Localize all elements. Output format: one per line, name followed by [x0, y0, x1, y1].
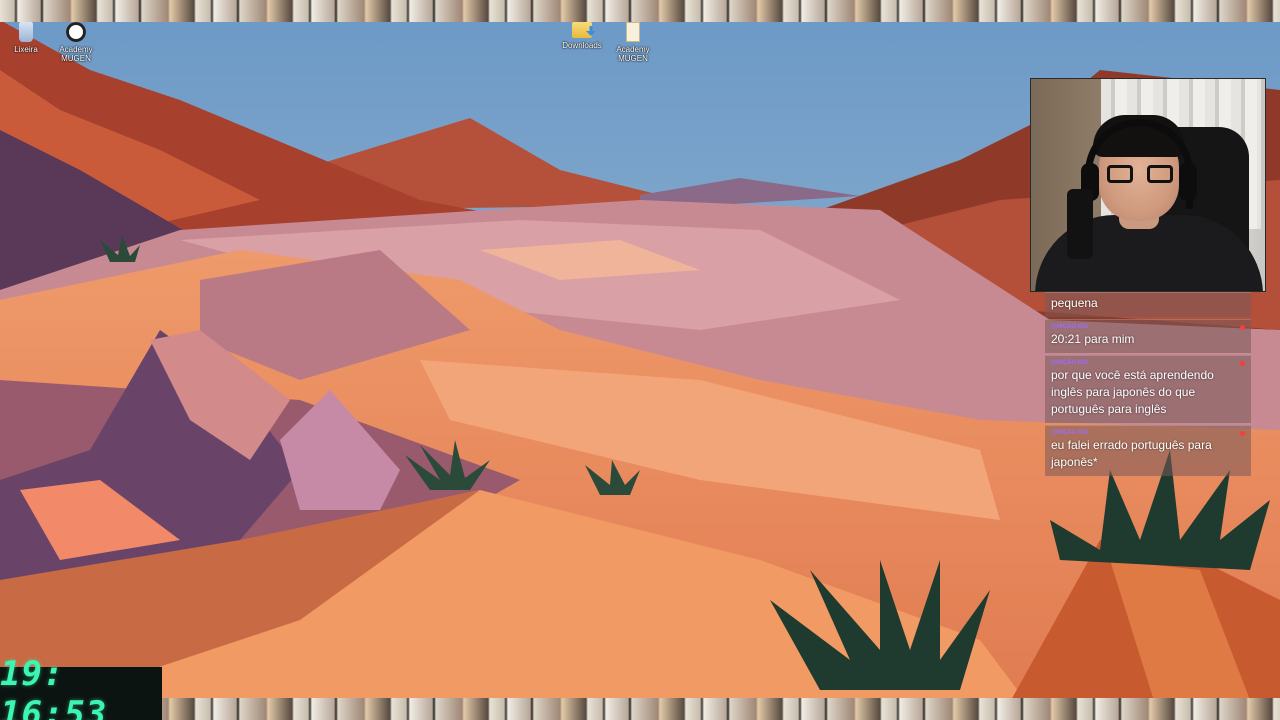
badge-dot-icon [1240, 431, 1245, 436]
desktop-icon-label: Lixeira [14, 45, 38, 54]
chat-message-user: @NIÇÃO KSI [1051, 430, 1088, 436]
chat-message-text: 20:21 para mim [1051, 332, 1135, 346]
mugen-app-icon [66, 22, 86, 42]
manga-panel-strip-bottom [0, 698, 1280, 720]
desktop-icon-academy-mugen-app[interactable]: Academy MUGEN [50, 22, 102, 63]
webcam-overlay [1030, 78, 1266, 292]
microphone-icon [1067, 189, 1093, 259]
chat-message: @NIÇÃO KSI 20:21 para mim [1045, 319, 1251, 353]
clock-time: 19: 16:53 [0, 653, 108, 720]
digital-clock: 19: 16:53 [0, 654, 162, 720]
chat-message: @NIÇÃO KSI por que você está aprendendo … [1045, 355, 1251, 423]
desktop-icon-recycle-bin[interactable]: Lixeira [0, 22, 52, 54]
recycle-bin-icon [19, 22, 33, 42]
chat-message-text: por que você está aprendendo inglês para… [1051, 368, 1214, 416]
chat-message-text: eu falei errado português para japonês* [1051, 438, 1212, 469]
chat-message: @NIÇÃO KSI eu falei errado português par… [1045, 425, 1251, 476]
manga-panel-strip-top [0, 0, 1280, 22]
badge-dot-icon [1240, 361, 1245, 366]
chat-message-user: @NIÇÃO KSI [1051, 324, 1088, 330]
chat-message: pequena [1045, 292, 1251, 317]
desktop-icon-label: Academy MUGEN [616, 45, 650, 63]
downloads-folder-icon [572, 22, 592, 38]
desktop-icon-academy-mugen-file[interactable]: Academy MUGEN [607, 22, 659, 63]
chat-message-user: @NIÇÃO KSI [1051, 360, 1088, 366]
desktop-screen: Lixeira Academy MUGEN Downloads Academy … [0, 0, 1280, 720]
chat-message-text: pequena [1051, 296, 1098, 310]
desktop-icon-label: Downloads [562, 41, 602, 50]
desktop-icon-downloads[interactable]: Downloads [556, 22, 608, 50]
headset-earcup-right [1179, 163, 1197, 201]
badge-dot-icon [1240, 325, 1245, 330]
desktop-icon-label: Academy MUGEN [59, 45, 93, 63]
mugen-file-icon [626, 22, 640, 42]
stream-chat-overlay: pequena @NIÇÃO KSI 20:21 para mim @NIÇÃO… [1045, 292, 1251, 478]
